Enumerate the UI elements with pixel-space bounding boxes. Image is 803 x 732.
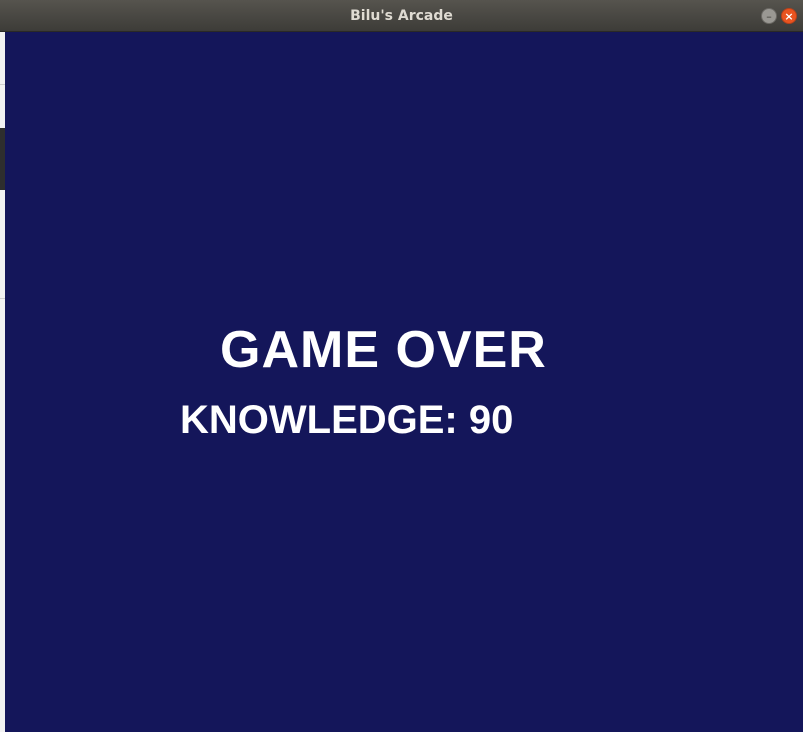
game-canvas[interactable] — [5, 32, 803, 732]
game-over-heading: GAME OVER — [220, 321, 547, 379]
minimize-button[interactable]: – — [761, 8, 777, 24]
close-button[interactable]: × — [781, 8, 797, 24]
score-display: KNOWLEDGE: 90 — [180, 396, 513, 444]
window-title: Bilu's Arcade — [350, 8, 453, 24]
minimize-icon: – — [766, 10, 772, 23]
window-titlebar[interactable]: Bilu's Arcade – × — [0, 0, 803, 32]
screen: Bilu's Arcade – × GAME OVER KNOWLEDGE: 9… — [0, 0, 803, 732]
score-label: KNOWLEDGE: — [180, 398, 458, 442]
close-icon: × — [784, 10, 794, 23]
score-value: 90 — [468, 398, 514, 442]
